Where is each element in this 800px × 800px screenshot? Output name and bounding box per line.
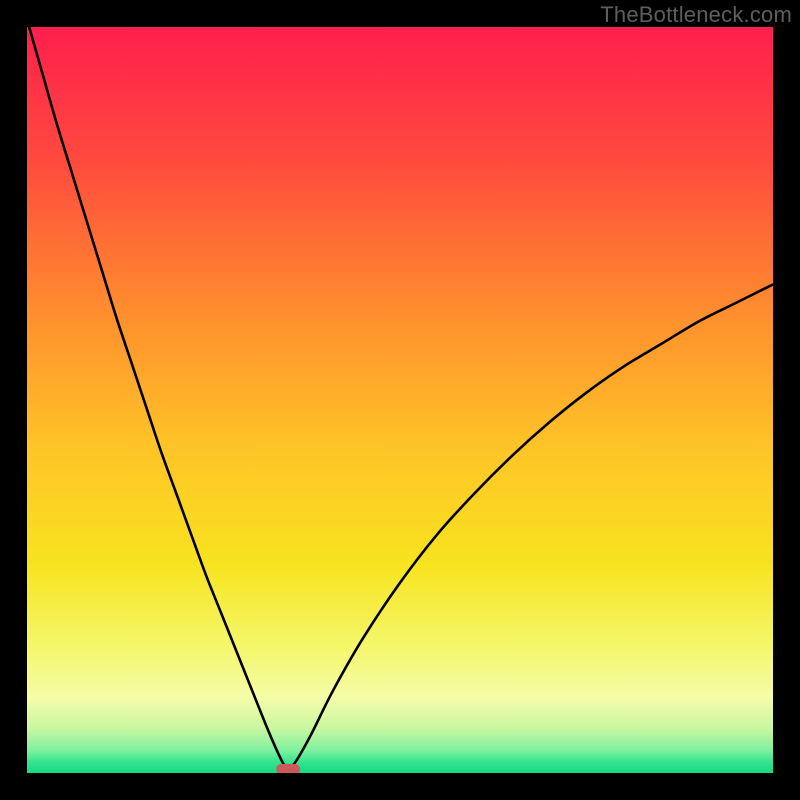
chart-background	[27, 27, 773, 773]
chart-frame	[27, 27, 773, 773]
watermark-text: TheBottleneck.com	[600, 2, 792, 28]
minimum-marker	[276, 764, 300, 773]
chart-svg	[27, 27, 773, 773]
